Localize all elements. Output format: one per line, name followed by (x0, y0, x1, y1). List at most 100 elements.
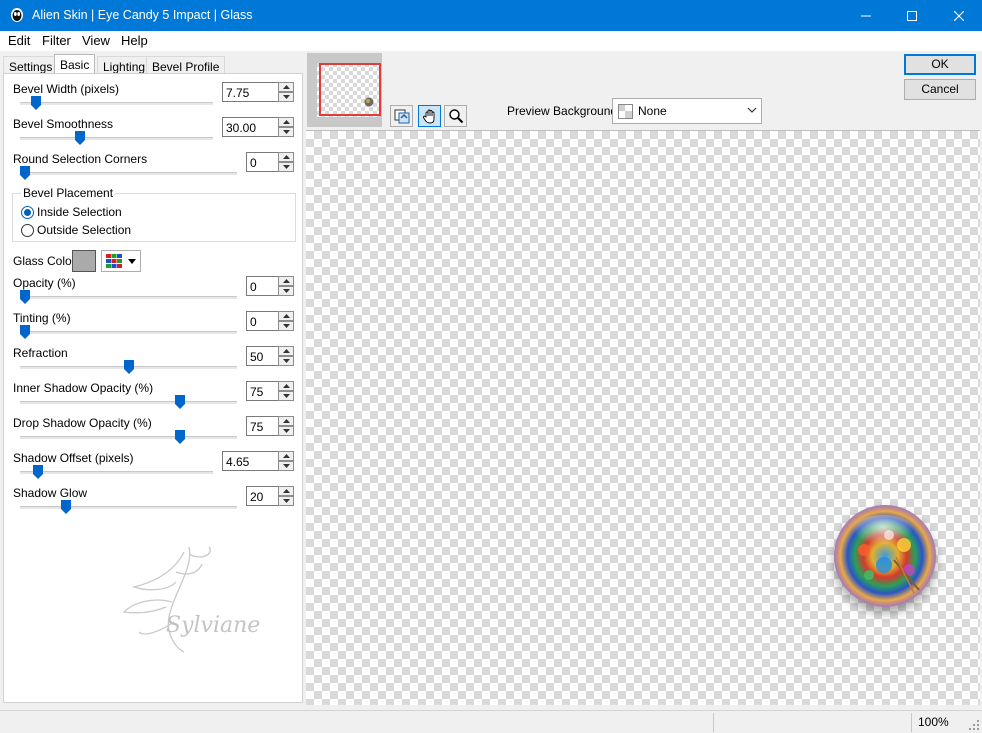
shadow-glow-slider[interactable] (20, 506, 237, 509)
shadow-glow-down-button[interactable] (278, 496, 294, 506)
arrow-up-icon (282, 155, 290, 159)
inner-shadow-opacity-slider[interactable] (20, 401, 237, 404)
tinting-spinbox[interactable]: 0 (246, 311, 294, 331)
inner-shadow-opacity-slider-thumb[interactable] (175, 395, 186, 409)
navigator-view-frame[interactable] (319, 63, 381, 116)
glass-color-swatch[interactable] (72, 250, 96, 272)
hand-icon (422, 109, 434, 124)
shadow-glow-spinbox[interactable]: 20 (246, 486, 294, 506)
outside-selection-radio[interactable]: Outside Selection (21, 223, 131, 237)
menu-help[interactable]: Help (121, 33, 148, 48)
drop-shadow-opacity-down-button[interactable] (278, 426, 294, 436)
bevel-smoothness-up-button[interactable] (278, 117, 294, 127)
navigator-thumbnail[interactable] (307, 53, 382, 127)
bevel-smoothness-down-button[interactable] (278, 127, 294, 137)
magnifier-icon (448, 109, 463, 124)
shadow-glow-up-button[interactable] (278, 486, 294, 496)
opacity-slider-thumb[interactable] (20, 290, 30, 304)
close-icon (954, 10, 964, 21)
bevel-width-up-button[interactable] (278, 82, 294, 92)
shadow-offset-spinbox[interactable]: 4.65 (222, 451, 294, 471)
maximize-icon (907, 10, 917, 21)
round-corners-slider[interactable] (20, 172, 237, 175)
shadow-glow-label: Shadow Glow (13, 486, 88, 500)
menu-view[interactable]: View (82, 33, 110, 48)
inside-selection-radio[interactable]: Inside Selection (21, 205, 122, 219)
refraction-spinbox[interactable]: 50 (246, 346, 294, 366)
hand-tool-button[interactable] (418, 105, 441, 127)
refraction-down-button[interactable] (278, 356, 294, 366)
drop-shadow-opacity-slider-thumb[interactable] (175, 430, 186, 444)
round-corners-down-button[interactable] (278, 162, 294, 172)
refraction-value[interactable]: 50 (250, 350, 263, 364)
opacity-down-button[interactable] (278, 286, 294, 296)
refraction-up-button[interactable] (278, 346, 294, 356)
tinting-value[interactable]: 0 (250, 315, 257, 329)
resize-grip-icon[interactable] (969, 720, 980, 731)
status-bar: 100% (0, 710, 982, 733)
cancel-button[interactable]: Cancel (904, 79, 976, 100)
opacity-slider[interactable] (20, 296, 237, 299)
tab-settings[interactable]: Settings (3, 56, 59, 74)
inner-shadow-opacity-up-button[interactable] (278, 381, 294, 391)
toggle-preview-button[interactable] (390, 105, 413, 127)
drop-shadow-opacity-up-button[interactable] (278, 416, 294, 426)
preview-background-dropdown[interactable]: None (612, 98, 762, 124)
tinting-down-button[interactable] (278, 321, 294, 331)
close-button[interactable] (936, 0, 982, 31)
bevel-width-value[interactable]: 7.75 (226, 86, 249, 100)
opacity-up-button[interactable] (278, 276, 294, 286)
round-corners-up-button[interactable] (278, 152, 294, 162)
drop-shadow-opacity-spinbox[interactable]: 75 (246, 416, 294, 436)
inner-shadow-opacity-down-button[interactable] (278, 391, 294, 401)
minimize-button[interactable] (843, 0, 889, 31)
status-separator (713, 713, 714, 732)
tinting-slider-thumb[interactable] (20, 325, 30, 339)
bevel-smoothness-spinbox[interactable]: 30.00 (222, 117, 294, 137)
round-corners-value[interactable]: 0 (250, 156, 257, 170)
maximize-button[interactable] (889, 0, 935, 31)
inner-shadow-opacity-value[interactable]: 75 (250, 385, 263, 399)
shadow-offset-value[interactable]: 4.65 (226, 455, 249, 469)
shadow-offset-label: Shadow Offset (pixels) (13, 451, 134, 465)
tab-bevel-profile[interactable]: Bevel Profile (146, 56, 226, 74)
tab-basic[interactable]: Basic (54, 54, 96, 74)
drop-shadow-opacity-slider[interactable] (20, 436, 237, 439)
bevel-smoothness-value[interactable]: 30.00 (226, 121, 256, 135)
tab-lighting[interactable]: Lighting (97, 56, 152, 74)
opacity-value[interactable]: 0 (250, 280, 257, 294)
radio-unselected-icon[interactable] (21, 223, 34, 237)
shadow-offset-up-button[interactable] (278, 451, 294, 461)
bevel-smoothness-slider[interactable] (20, 137, 213, 140)
color-palette-dropdown[interactable] (101, 250, 141, 272)
ok-button[interactable]: OK (904, 54, 976, 75)
tinting-slider[interactable] (20, 331, 237, 334)
shadow-glow-slider-thumb[interactable] (61, 500, 72, 514)
inner-shadow-opacity-spinbox[interactable]: 75 (246, 381, 294, 401)
glass-color-label: Glass Color (13, 254, 76, 268)
bevel-smoothness-slider-thumb[interactable] (74, 131, 85, 145)
shadow-offset-slider-thumb[interactable] (32, 465, 43, 479)
round-corners-spinbox[interactable]: 0 (246, 152, 294, 172)
tinting-label: Tinting (%) (13, 311, 71, 325)
inner-shadow-opacity-label: Inner Shadow Opacity (%) (13, 381, 154, 395)
shadow-offset-down-button[interactable] (278, 461, 294, 471)
radio-selected-icon[interactable] (21, 205, 34, 219)
preview-canvas[interactable] (306, 130, 980, 705)
arrow-up-icon (282, 349, 290, 353)
shadow-offset-slider[interactable] (20, 471, 213, 474)
zoom-tool-button[interactable] (444, 105, 467, 127)
menu-filter[interactable]: Filter (42, 33, 71, 48)
bevel-width-spinbox[interactable]: 7.75 (222, 82, 294, 102)
round-corners-slider-thumb[interactable] (20, 166, 30, 180)
shadow-glow-value[interactable]: 20 (250, 490, 263, 504)
menu-edit[interactable]: Edit (8, 33, 30, 48)
refraction-slider-thumb[interactable] (123, 360, 134, 374)
bevel-width-slider[interactable] (20, 102, 213, 105)
bevel-width-down-button[interactable] (278, 92, 294, 102)
tinting-up-button[interactable] (278, 311, 294, 321)
bevel-width-slider-thumb[interactable] (30, 96, 41, 110)
dropdown-arrow-icon (128, 259, 136, 264)
drop-shadow-opacity-value[interactable]: 75 (250, 420, 263, 434)
opacity-spinbox[interactable]: 0 (246, 276, 294, 296)
